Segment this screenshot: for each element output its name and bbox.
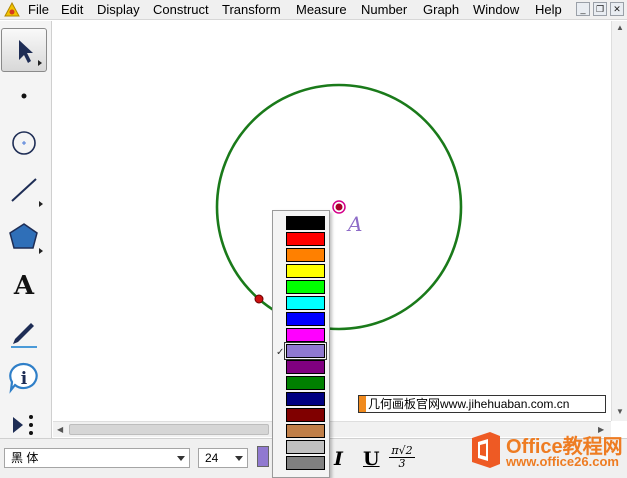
scroll-thumb[interactable]: [69, 424, 269, 435]
color-swatch-5[interactable]: [286, 296, 325, 310]
close-button[interactable]: ✕: [610, 2, 624, 16]
menu-edit[interactable]: Edit: [61, 2, 83, 18]
color-swatch-15[interactable]: [286, 456, 325, 470]
marker-tool[interactable]: [1, 309, 47, 353]
sketch-drawing: [215, 83, 463, 331]
text-icon: A: [13, 271, 35, 301]
tool-palette: A i: [0, 21, 52, 441]
color-swatch-9[interactable]: [286, 360, 325, 374]
chevron-down-icon: [235, 456, 243, 461]
text-tool[interactable]: A: [1, 262, 47, 306]
menu-window[interactable]: Window: [473, 2, 519, 18]
color-swatch-10[interactable]: [286, 376, 325, 390]
italic-button[interactable]: I: [334, 448, 343, 470]
information-tool[interactable]: i: [1, 356, 47, 400]
symbol-denominator: 3: [398, 457, 406, 470]
selection-arrow-tool[interactable]: [1, 28, 47, 72]
font-family-value: 黑 体: [11, 451, 39, 465]
color-swatch-14[interactable]: [286, 440, 325, 454]
color-swatch-2[interactable]: [286, 248, 325, 262]
menu-file[interactable]: File: [28, 2, 49, 18]
app-icon[interactable]: [4, 2, 20, 18]
office-logo: Office教程网 www.office26.com: [466, 428, 626, 474]
watermark-banner: 几何画板官网www.jihehuaban.com.cn: [358, 395, 606, 413]
svg-text:A: A: [13, 271, 35, 301]
sketch-canvas[interactable]: A: [53, 21, 611, 421]
color-swatch-11[interactable]: [286, 392, 325, 406]
radius-point[interactable]: [254, 294, 264, 304]
tool-menu-indicator: [39, 248, 43, 254]
color-swatch-6[interactable]: [286, 312, 325, 326]
color-swatch-4[interactable]: [286, 280, 325, 294]
menu-number[interactable]: Number: [361, 2, 407, 18]
text-color-button[interactable]: [257, 446, 269, 467]
watermark-stripe: [359, 396, 366, 412]
scroll-left-icon[interactable]: ◀: [57, 425, 63, 434]
color-palette-popup: ✓: [272, 210, 330, 478]
polygon-tool[interactable]: [1, 215, 47, 259]
color-swatch-8[interactable]: [284, 342, 327, 360]
straightedge-tool[interactable]: [1, 168, 47, 212]
scroll-down-icon[interactable]: ▼: [616, 407, 624, 416]
menu-measure[interactable]: Measure: [296, 2, 347, 18]
info-icon: i: [9, 362, 38, 394]
color-swatch-13[interactable]: [286, 424, 325, 438]
underline-button[interactable]: U: [363, 448, 380, 470]
tool-menu-indicator: [38, 60, 42, 66]
point-icon: [21, 93, 27, 99]
svg-text:i: i: [21, 369, 28, 389]
color-swatch-1[interactable]: [286, 232, 325, 246]
color-swatch-12[interactable]: [286, 408, 325, 422]
math-symbol-button[interactable]: π√2 3: [389, 445, 415, 475]
logo-url: www.office26.com: [506, 454, 619, 469]
point-tool[interactable]: [1, 74, 47, 118]
tool-menu-indicator: [39, 201, 43, 207]
color-swatch-0[interactable]: [286, 216, 325, 230]
font-size-value: 24: [205, 451, 219, 465]
font-size-select[interactable]: 24: [198, 448, 248, 468]
chevron-down-icon: [177, 456, 185, 461]
scroll-up-icon[interactable]: ▲: [616, 23, 624, 32]
menu-construct[interactable]: Construct: [153, 2, 209, 18]
check-icon: ✓: [276, 347, 285, 358]
circle-icon: [12, 131, 36, 155]
color-swatch-7[interactable]: [286, 328, 325, 342]
pen-icon: [11, 323, 37, 348]
arrow-cursor-icon: [19, 40, 33, 63]
watermark-text: 几何画板官网www.jihehuaban.com.cn: [368, 397, 570, 411]
minimize-button[interactable]: _: [576, 2, 590, 16]
menu-help[interactable]: Help: [535, 2, 562, 18]
vertical-scrollbar[interactable]: ▲ ▼: [611, 21, 627, 421]
restore-button[interactable]: ❐: [593, 2, 607, 16]
point-label-a[interactable]: A: [348, 212, 362, 236]
menu-graph[interactable]: Graph: [423, 2, 459, 18]
center-point[interactable]: [335, 203, 343, 211]
menu-bar: File Edit Display Construct Transform Me…: [0, 0, 627, 20]
menu-display[interactable]: Display: [97, 2, 140, 18]
font-family-select[interactable]: 黑 体: [4, 448, 190, 468]
color-swatch-3[interactable]: [286, 264, 325, 278]
compass-tool[interactable]: [1, 121, 47, 165]
menu-transform[interactable]: Transform: [222, 2, 281, 18]
office-logo-icon: [472, 432, 500, 468]
